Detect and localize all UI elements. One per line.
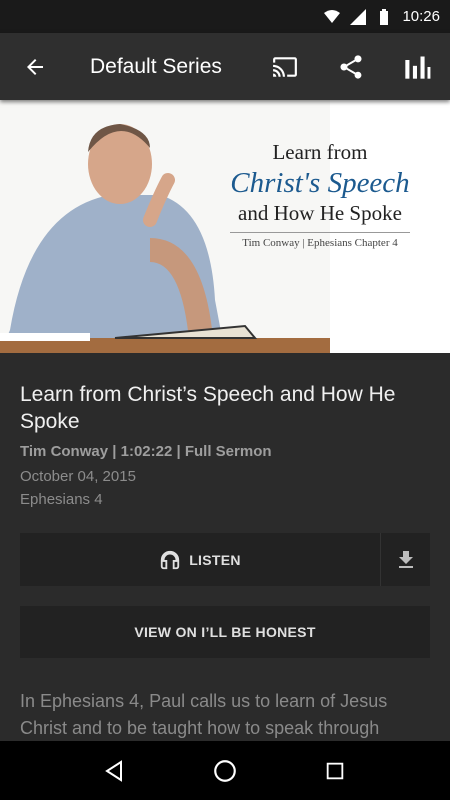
app-title: Default Series — [90, 54, 222, 78]
headphones-icon — [161, 550, 180, 569]
home-circle-icon — [214, 759, 236, 782]
sermon-hero-image: Learn from Christ's Speech and How He Sp… — [0, 100, 450, 353]
recents-square-icon — [326, 762, 344, 779]
cast-button[interactable] — [252, 33, 318, 100]
signal-icon — [350, 8, 367, 25]
share-button[interactable] — [318, 33, 384, 100]
arrow-left-icon — [27, 58, 43, 75]
nav-back-button[interactable] — [95, 751, 135, 791]
download-button[interactable] — [380, 533, 430, 586]
nav-recents-button[interactable] — [315, 751, 355, 791]
view-on-ill-be-honest-button[interactable]: VIEW ON I’LL BE HONEST — [20, 606, 430, 658]
sermon-title: Learn from Christ’s Speech and How He Sp… — [20, 383, 396, 433]
hero-line-2: Christ's Speech — [230, 167, 410, 199]
hero-line-3: and How He Spoke — [238, 201, 402, 225]
cast-icon — [273, 56, 297, 77]
sermon-meta: Tim Conway | 1:02:22 | Full Sermon — [20, 443, 272, 460]
battery-icon — [380, 8, 389, 25]
back-button[interactable] — [0, 33, 70, 100]
stats-icon — [405, 56, 431, 79]
listen-label: LISTEN — [189, 551, 241, 568]
stats-button[interactable] — [384, 33, 450, 100]
status-time: 10:26 — [402, 8, 440, 25]
app-bar: Default Series — [0, 33, 450, 100]
back-triangle-icon — [105, 759, 122, 782]
hero-text: Learn from Christ's Speech and How He Sp… — [210, 140, 430, 249]
download-icon — [398, 550, 413, 568]
hero-subtitle: Tim Conway | Ephesians Chapter 4 — [242, 237, 398, 249]
nav-home-button[interactable] — [205, 751, 245, 791]
sermon-details: Learn from Christ’s Speech and How He Sp… — [0, 353, 450, 741]
hero-line-1: Learn from — [272, 140, 368, 164]
listen-row: LISTEN — [20, 533, 430, 586]
listen-button[interactable]: LISTEN — [20, 533, 380, 586]
wifi-icon — [324, 9, 341, 23]
share-icon — [340, 54, 362, 79]
sermon-date: October 04, 2015 — [20, 468, 136, 485]
sermon-passage: Ephesians 4 — [20, 491, 103, 508]
status-bar: 10:26 — [0, 0, 450, 33]
hero-divider — [230, 232, 410, 233]
sermon-description: In Ephesians 4, Paul calls us to learn o… — [20, 691, 388, 738]
system-nav-bar — [0, 741, 450, 800]
